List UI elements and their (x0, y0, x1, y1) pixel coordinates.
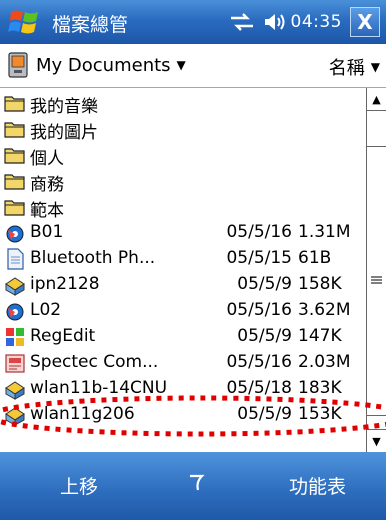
file-name: L02 (30, 300, 62, 320)
file-date: 05/5/9 (237, 274, 292, 294)
list-item[interactable]: 個人 (0, 142, 366, 169)
folder-name: My Documents (36, 54, 171, 76)
file-date: 05/5/16 (226, 222, 292, 242)
list-item[interactable]: wlan11g206 05/5/9 153K (0, 402, 366, 428)
title-bar: 檔案總管 04:35 X (0, 0, 386, 44)
list-item[interactable]: Bluetooth Ph... 05/5/15 61B (0, 246, 366, 272)
list-item[interactable]: 範本 (0, 194, 366, 221)
app-icon (6, 328, 24, 346)
file-name: wlan11b-14CNU (30, 378, 168, 398)
file-date: 05/5/15 (226, 248, 292, 268)
folder-icon (4, 122, 25, 138)
windows-start-icon[interactable] (8, 6, 42, 38)
file-date: 05/5/9 (237, 404, 292, 424)
connectivity-icon[interactable] (229, 12, 255, 32)
list-item[interactable]: wlan11b-14CNU 05/5/18 183K (0, 376, 366, 402)
file-name: 我的圖片 (30, 123, 98, 143)
file-name: Bluetooth Ph... (30, 248, 156, 268)
sort-dropdown[interactable]: 名稱 ▼ (329, 54, 380, 80)
list-item[interactable]: 我的音樂 (0, 90, 366, 117)
keyboard-input-icon[interactable] (186, 470, 208, 494)
folder-icon (4, 148, 25, 164)
file-size: 183K (298, 378, 342, 398)
scroll-up-button[interactable]: ▲ (367, 88, 386, 111)
media-file-icon (6, 303, 24, 321)
close-button[interactable]: X (350, 7, 380, 37)
file-name: B01 (30, 222, 64, 242)
scroll-down-button[interactable]: ▼ (367, 429, 386, 452)
folder-icon (4, 200, 25, 216)
file-date: 05/5/9 (237, 326, 292, 346)
file-size: 2.03M (298, 352, 351, 372)
file-name: ipn2128 (30, 274, 100, 294)
list-item[interactable]: Spectec Com... 05/5/16 2.03M (0, 350, 366, 376)
file-size: 3.62M (298, 300, 351, 320)
window-title: 檔案總管 (52, 14, 129, 36)
pda-icon (8, 52, 28, 78)
volume-icon[interactable] (263, 12, 287, 32)
file-name: 我的音樂 (30, 97, 98, 117)
file-name: RegEdit (30, 326, 96, 346)
list-item[interactable]: RegEdit 05/5/9 147K (0, 324, 366, 350)
installer-icon (5, 277, 25, 296)
folder-dropdown[interactable]: My Documents ▼ (8, 52, 186, 78)
clock[interactable]: 04:35 (291, 12, 343, 32)
file-date: 05/5/16 (226, 352, 292, 372)
chevron-down-icon: ▼ (176, 58, 186, 72)
list-item[interactable]: B01 05/5/16 1.31M (0, 220, 366, 246)
up-button[interactable]: 上移 (60, 472, 98, 499)
list-item[interactable]: L02 05/5/16 3.62M (0, 298, 366, 324)
installer-box-icon (5, 354, 25, 373)
vertical-scrollbar[interactable]: ▲ ▼ (366, 88, 386, 452)
file-name: wlan11g206 (30, 404, 135, 424)
installer-icon (5, 381, 25, 400)
file-name: Spectec Com... (30, 352, 159, 372)
file-name: 個人 (30, 149, 64, 169)
status-area: 04:35 X (229, 0, 386, 44)
file-size: 61B (298, 248, 332, 268)
media-file-icon (6, 225, 24, 243)
file-name: 商務 (30, 175, 64, 195)
file-size: 158K (298, 274, 342, 294)
chevron-down-icon: ▼ (370, 60, 380, 74)
list-item[interactable]: 我的圖片 (0, 116, 366, 143)
soft-key-bar: 上移 功能表 (0, 452, 386, 520)
file-date: 05/5/18 (226, 378, 292, 398)
scrollbar-thumb[interactable] (367, 146, 386, 416)
sort-label: 名稱 (328, 58, 365, 79)
list-item[interactable]: 商務 (0, 168, 366, 195)
installer-icon (5, 407, 25, 426)
file-size: 147K (298, 326, 342, 346)
list-item[interactable]: ipn2128 05/5/9 158K (0, 272, 366, 298)
folder-icon (4, 96, 25, 112)
document-icon (7, 248, 24, 270)
menu-button[interactable]: 功能表 (289, 472, 346, 499)
file-name: 範本 (30, 201, 64, 221)
file-date: 05/5/16 (226, 300, 292, 320)
folder-bar: My Documents ▼ 名稱 ▼ (0, 44, 386, 88)
folder-icon (4, 174, 25, 190)
grip-icon (371, 276, 382, 284)
file-list: 我的音樂 我的圖片 個人 商務 範本 B01 05/5/16 1.31M Blu… (0, 88, 366, 452)
file-size: 1.31M (298, 222, 351, 242)
file-size: 153K (298, 404, 342, 424)
